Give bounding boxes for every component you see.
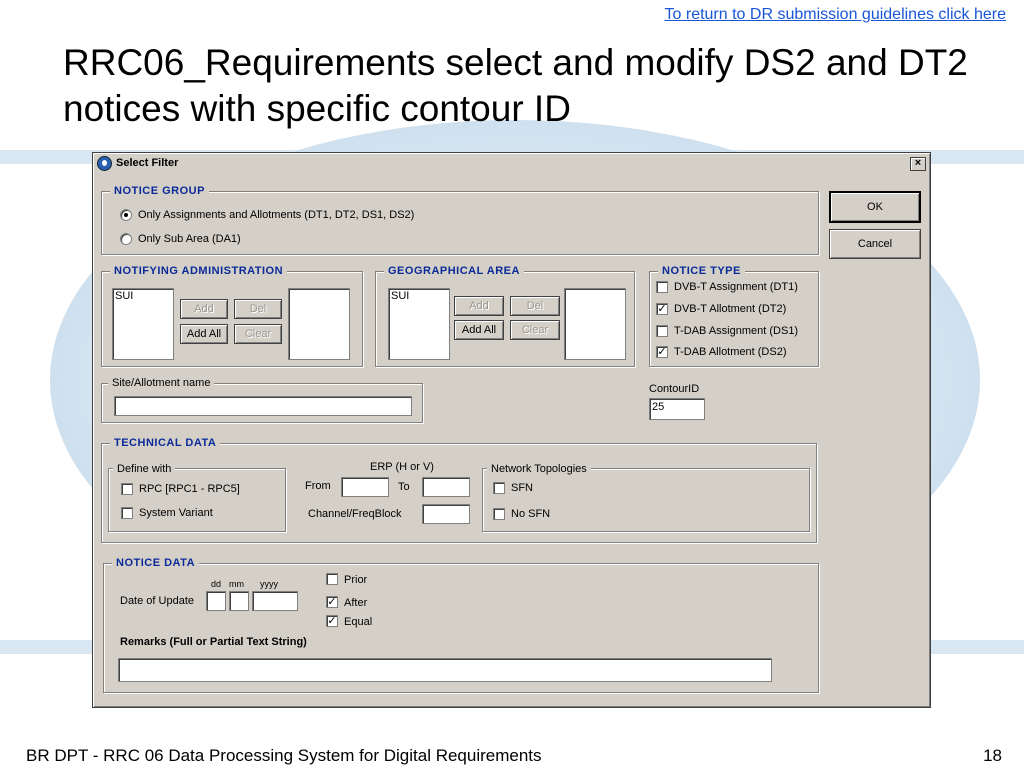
erp-to-label: To xyxy=(398,481,410,493)
dt1-checkbox-label: DVB-T Assignment (DT1) xyxy=(674,281,798,293)
after-checkbox-label: After xyxy=(344,597,368,609)
contour-id-input[interactable]: 25 xyxy=(649,398,705,420)
notifying-admin-clear-button[interactable]: Clear xyxy=(234,324,282,344)
geo-area-source-list[interactable]: SUI xyxy=(388,288,450,360)
erp-to-input[interactable] xyxy=(422,477,470,497)
define-with-legend: Define with xyxy=(113,462,176,476)
radio-assignments-allotments[interactable] xyxy=(120,209,132,221)
notice-data-legend: NOTICE DATA xyxy=(112,556,200,570)
geo-area-add-all-button[interactable]: Add All xyxy=(454,320,504,340)
no-sfn-checkbox-label: No SFN xyxy=(511,508,551,520)
erp-from-input[interactable] xyxy=(341,477,389,497)
geo-area-add-button[interactable]: Add xyxy=(454,296,504,316)
dialog-title: Select Filter xyxy=(116,157,179,169)
network-topologies-box: Network Topologies SFN No SFN xyxy=(482,462,810,532)
notifying-admin-box: NOTIFYING ADMINISTRATION SUI Add Del Add… xyxy=(101,264,363,367)
site-allotment-legend: Site/Allotment name xyxy=(108,376,215,390)
contour-id-label: ContourID xyxy=(649,383,700,395)
erp-from-label: From xyxy=(305,480,331,492)
prior-checkbox[interactable] xyxy=(326,573,338,585)
technical-data-legend: TECHNICAL DATA xyxy=(110,436,221,450)
after-checkbox[interactable]: ✓ xyxy=(326,596,338,608)
dialog-titlebar[interactable]: Select Filter × xyxy=(95,155,928,173)
notice-type-legend: NOTICE TYPE xyxy=(658,264,745,278)
site-allotment-box: Site/Allotment name xyxy=(101,376,423,423)
slide-footer-text: BR DPT - RRC 06 Data Processing System f… xyxy=(26,746,542,765)
dt2-checkbox-label: DVB-T Allotment (DT2) xyxy=(674,303,787,315)
erp-label: ERP (H or V) xyxy=(370,461,434,473)
date-dd-label: dd xyxy=(211,579,222,589)
notifying-admin-add-button[interactable]: Add xyxy=(180,299,228,319)
app-icon xyxy=(97,156,112,171)
date-yyyy-label: yyyy xyxy=(260,579,278,589)
define-with-box: Define with RPC [RPC1 - RPC5] System Var… xyxy=(108,462,286,532)
notifying-admin-selected-list[interactable] xyxy=(288,288,350,360)
cancel-button[interactable]: Cancel xyxy=(829,229,921,259)
ds1-checkbox-label: T-DAB Assignment (DS1) xyxy=(674,325,799,337)
dt1-checkbox[interactable] xyxy=(656,281,668,293)
geographical-area-box: GEOGRAPHICAL AREA SUI Add Del Add All Cl… xyxy=(375,264,635,367)
technical-data-box: TECHNICAL DATA Define with RPC [RPC1 - R… xyxy=(101,436,817,543)
date-dd-input[interactable] xyxy=(206,591,226,611)
sfn-checkbox-label: SFN xyxy=(511,482,533,494)
notifying-admin-add-all-button[interactable]: Add All xyxy=(180,324,228,344)
date-yyyy-input[interactable] xyxy=(252,591,298,611)
date-mm-label: mm xyxy=(229,579,244,589)
system-variant-checkbox-label: System Variant xyxy=(139,507,213,519)
equal-checkbox-label: Equal xyxy=(344,616,373,628)
rpc-checkbox[interactable] xyxy=(121,483,133,495)
equal-checkbox[interactable]: ✓ xyxy=(326,615,338,627)
slide-title: RRC06_Requirements select and modify DS2… xyxy=(63,42,968,129)
ok-button[interactable]: OK xyxy=(829,191,921,223)
prior-checkbox-label: Prior xyxy=(344,574,368,586)
sfn-checkbox[interactable] xyxy=(493,482,505,494)
notifying-admin-legend: NOTIFYING ADMINISTRATION xyxy=(110,264,288,278)
geographical-area-legend: GEOGRAPHICAL AREA xyxy=(384,264,524,278)
notifying-admin-del-button[interactable]: Del xyxy=(234,299,282,319)
return-to-guidelines-link[interactable]: To return to DR submission guidelines cl… xyxy=(665,6,1006,24)
slide-page-number: 18 xyxy=(983,746,1002,765)
dt2-checkbox[interactable]: ✓ xyxy=(656,303,668,315)
notice-group-box: NOTICE GROUP Only Assignments and Allotm… xyxy=(101,184,819,255)
channel-freqblock-label: Channel/FreqBlock xyxy=(308,508,402,520)
rpc-checkbox-label: RPC [RPC1 - RPC5] xyxy=(139,483,240,495)
remarks-input[interactable] xyxy=(118,658,772,682)
close-button[interactable]: × xyxy=(910,157,926,171)
radio-assignments-allotments-label: Only Assignments and Allotments (DT1, DT… xyxy=(138,209,415,221)
network-topologies-legend: Network Topologies xyxy=(487,462,591,476)
geo-area-del-button[interactable]: Del xyxy=(510,296,560,316)
ds2-checkbox[interactable]: ✓ xyxy=(656,346,668,358)
notice-data-box: NOTICE DATA dd mm yyyy Date of Update Pr… xyxy=(103,556,819,693)
geo-area-selected-list[interactable] xyxy=(564,288,626,360)
date-of-update-label: Date of Update xyxy=(120,595,194,607)
channel-freqblock-input[interactable] xyxy=(422,504,470,524)
select-filter-dialog: Select Filter × OK Cancel NOTICE GROUP O… xyxy=(92,152,931,708)
ds1-checkbox[interactable] xyxy=(656,325,668,337)
notice-group-legend: NOTICE GROUP xyxy=(110,184,209,198)
ds2-checkbox-label: T-DAB Allotment (DS2) xyxy=(674,346,787,358)
site-allotment-input[interactable] xyxy=(114,396,412,416)
date-mm-input[interactable] xyxy=(229,591,249,611)
radio-sub-area[interactable] xyxy=(120,233,132,245)
notice-type-box: NOTICE TYPE DVB-T Assignment (DT1) ✓ DVB… xyxy=(649,264,819,367)
no-sfn-checkbox[interactable] xyxy=(493,508,505,520)
geo-area-clear-button[interactable]: Clear xyxy=(510,320,560,340)
notifying-admin-source-list[interactable]: SUI xyxy=(112,288,174,360)
system-variant-checkbox[interactable] xyxy=(121,507,133,519)
radio-sub-area-label: Only Sub Area (DA1) xyxy=(138,233,241,245)
remarks-label: Remarks (Full or Partial Text String) xyxy=(120,636,307,648)
